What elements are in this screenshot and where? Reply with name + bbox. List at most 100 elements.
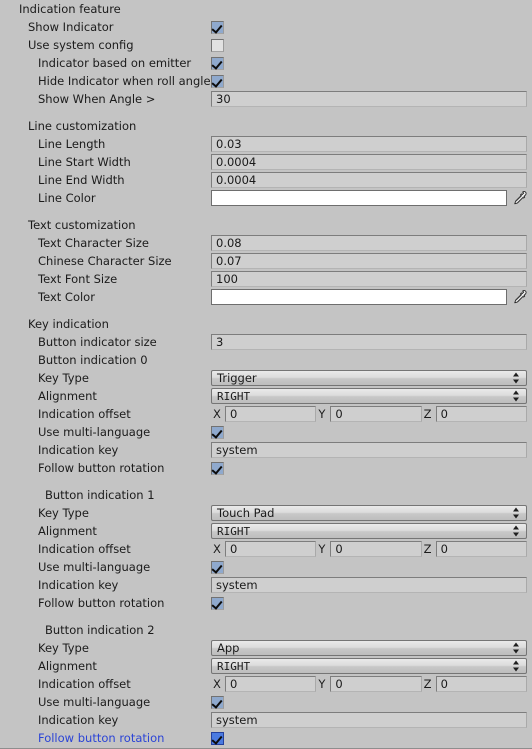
indication-offset-label: Indication offset [38, 677, 131, 691]
use-system-config-field [211, 37, 224, 53]
alignment-value: RIGHT [217, 659, 251, 673]
offset-z-input[interactable]: 0 [435, 541, 527, 557]
key-type-label: Key Type [38, 371, 89, 385]
line-length-input[interactable]: 0.03 [211, 136, 527, 152]
use-multi-language-field [211, 559, 224, 575]
button-indicator-size-input[interactable]: 3 [211, 334, 527, 350]
row-hide-indicator-when-roll-angle: Hide Indicator when roll angle [0, 72, 532, 90]
chinese-character-size-input[interactable]: 0.07 [211, 253, 527, 269]
section-title: Key indication [28, 317, 109, 331]
row-alignment-0: Alignment RIGHT [0, 387, 532, 405]
row-indication-key-1: Indication key system [0, 576, 532, 594]
key-type-label: Key Type [38, 641, 89, 655]
inspector-panel: Indication feature Show Indicator Use sy… [0, 0, 532, 749]
button-indicator-size-field: 3 [211, 334, 527, 350]
follow-button-rotation-checkbox[interactable] [211, 596, 224, 610]
hide-indicator-when-roll-angle-checkbox[interactable] [211, 74, 224, 88]
row-key-type-1: Key Type Touch Pad [0, 504, 532, 522]
text-character-size-input[interactable]: 0.08 [211, 235, 527, 251]
eyedropper-icon[interactable] [510, 190, 527, 206]
line-color-swatch[interactable] [211, 190, 507, 206]
updown-arrows-icon [513, 507, 520, 519]
use-multi-language-field [211, 694, 224, 710]
text-font-size-input[interactable]: 100 [211, 271, 527, 287]
offset-x-input[interactable]: 0 [225, 676, 317, 692]
row-follow-button-rotation-1: Follow button rotation [0, 594, 532, 612]
eyedropper-icon[interactable] [510, 289, 527, 305]
indication-key-field: system [211, 577, 527, 593]
follow-button-rotation-field [211, 730, 224, 746]
alignment-value: RIGHT [217, 389, 251, 403]
key-type-value: Trigger [217, 371, 257, 385]
use-system-config-checkbox[interactable] [211, 38, 224, 52]
hide-indicator-when-roll-angle-field [211, 73, 224, 89]
row-alignment-2: Alignment RIGHT [0, 657, 532, 675]
indication-key-label: Indication key [38, 443, 119, 457]
axis-z-label: Z [423, 542, 432, 556]
key-type-dropdown[interactable]: App [211, 640, 527, 656]
follow-button-rotation-field [211, 595, 224, 611]
text-color-swatch[interactable] [211, 289, 507, 305]
alignment-label: Alignment [38, 389, 97, 403]
alignment-label: Alignment [38, 659, 97, 673]
use-multi-language-checkbox[interactable] [211, 560, 224, 574]
offset-z-input[interactable]: 0 [435, 406, 527, 422]
section-title: Button indication 0 [38, 353, 148, 367]
offset-x-input[interactable]: 0 [225, 406, 317, 422]
offset-y-input[interactable]: 0 [330, 676, 422, 692]
use-multi-language-checkbox[interactable] [211, 695, 224, 709]
follow-button-rotation-checkbox[interactable] [211, 461, 224, 475]
show-indicator-checkbox[interactable] [211, 20, 224, 34]
indication-key-input[interactable]: system [211, 577, 527, 593]
show-when-angle-field: 30 [211, 91, 527, 107]
indication-key-label: Indication key [38, 713, 119, 727]
alignment-dropdown[interactable]: RIGHT [211, 388, 527, 404]
key-type-value: App [217, 641, 240, 655]
section-header-key-indication: Key indication [0, 315, 532, 333]
section-header-line: Line customization [0, 117, 532, 135]
text-color-field [211, 289, 527, 305]
updown-arrows-icon [513, 372, 520, 384]
key-type-label: Key Type [38, 506, 89, 520]
indication-offset-label: Indication offset [38, 407, 131, 421]
use-system-config-label: Use system config [28, 38, 134, 52]
updown-arrows-icon [513, 525, 520, 537]
indicator-based-on-emitter-label: Indicator based on emitter [38, 56, 192, 70]
line-start-width-label: Line Start Width [38, 155, 131, 169]
alignment-value: RIGHT [217, 524, 251, 538]
section-title: Button indication 2 [45, 623, 155, 637]
row-text-font-size: Text Font Size 100 [0, 270, 532, 288]
show-when-angle-input[interactable]: 30 [211, 91, 527, 107]
line-end-width-label: Line End Width [38, 173, 125, 187]
offset-y-input[interactable]: 0 [330, 406, 422, 422]
indication-key-input[interactable]: system [211, 712, 527, 728]
indication-key-input[interactable]: system [211, 442, 527, 458]
row-key-type-0: Key Type Trigger [0, 369, 532, 387]
key-type-dropdown[interactable]: Trigger [211, 370, 527, 386]
line-end-width-input[interactable]: 0.0004 [211, 172, 527, 188]
row-alignment-1: Alignment RIGHT [0, 522, 532, 540]
hide-indicator-when-roll-angle-label: Hide Indicator when roll angle [38, 74, 211, 88]
offset-z-input[interactable]: 0 [435, 676, 527, 692]
axis-z-label: Z [423, 407, 432, 421]
alignment-dropdown[interactable]: RIGHT [211, 658, 527, 674]
text-font-size-label: Text Font Size [38, 272, 118, 286]
indicator-based-on-emitter-checkbox[interactable] [211, 56, 224, 70]
key-type-dropdown[interactable]: Touch Pad [211, 505, 527, 521]
show-indicator-field [211, 19, 224, 35]
indication-key-field: system [211, 442, 527, 458]
row-show-indicator: Show Indicator [0, 18, 532, 36]
row-indication-key-0: Indication key system [0, 441, 532, 459]
alignment-dropdown[interactable]: RIGHT [211, 523, 527, 539]
use-multi-language-checkbox[interactable] [211, 425, 224, 439]
follow-button-rotation-checkbox[interactable] [211, 731, 224, 745]
line-start-width-input[interactable]: 0.0004 [211, 154, 527, 170]
offset-x-input[interactable]: 0 [225, 541, 317, 557]
offset-y-input[interactable]: 0 [330, 541, 422, 557]
axis-y-label: Y [318, 407, 326, 421]
line-color-label: Line Color [38, 191, 96, 205]
axis-y-label: Y [318, 677, 326, 691]
row-show-when-angle: Show When Angle > 30 [0, 90, 532, 108]
row-indicator-based-on-emitter: Indicator based on emitter [0, 54, 532, 72]
button-indicator-size-label: Button indicator size [38, 335, 157, 349]
